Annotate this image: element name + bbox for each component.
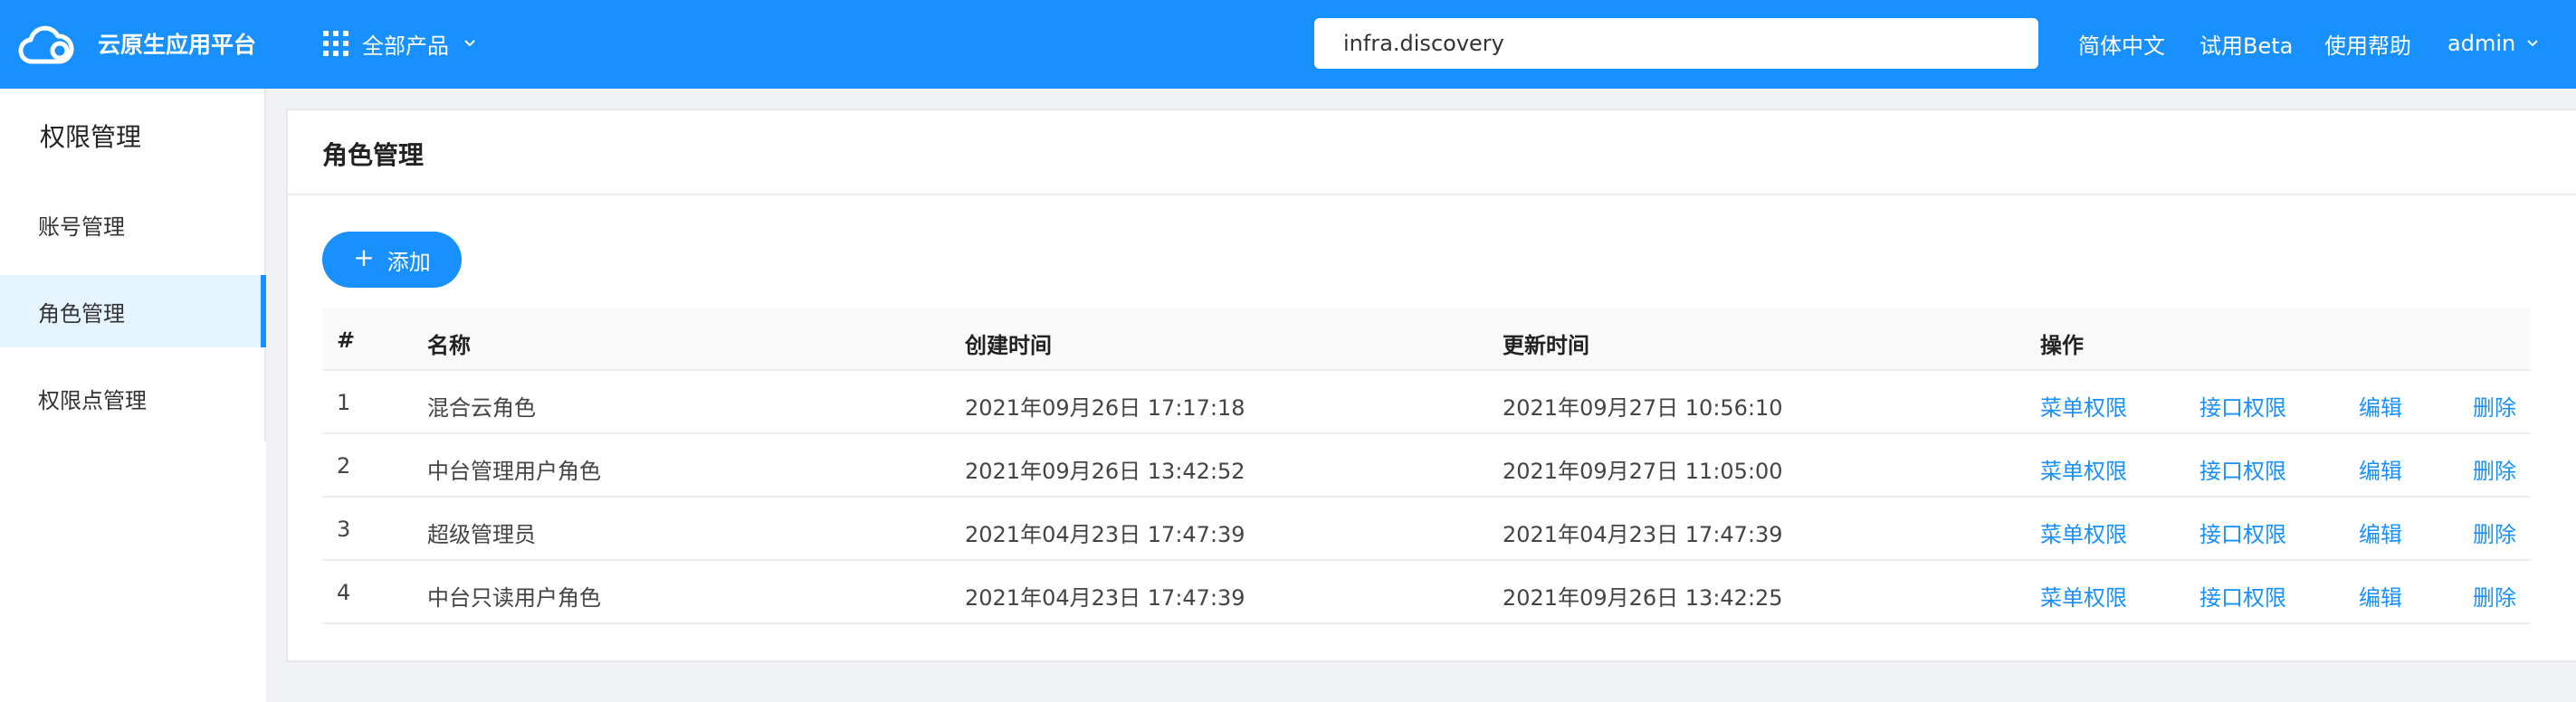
delete-link[interactable]: 删除: [2473, 580, 2516, 612]
all-products-menu[interactable]: 全部产品: [322, 25, 478, 62]
menu-permission-link[interactable]: 菜单权限: [2040, 517, 2127, 548]
all-products-label: 全部产品: [362, 33, 449, 59]
brand-name[interactable]: 云原生应用平台: [98, 27, 256, 60]
role-name: 中台只读用户角色: [427, 585, 601, 611]
card-divider: [288, 194, 2576, 195]
api-permission-link[interactable]: 接口权限: [2199, 390, 2286, 422]
sidebar-title: 权限管理: [40, 122, 142, 152]
delete-link[interactable]: 删除: [2473, 390, 2516, 422]
edit-link[interactable]: 编辑: [2359, 390, 2402, 422]
add-button-label: 添加: [386, 249, 431, 275]
chevron-down-icon: [464, 40, 475, 47]
delete-link[interactable]: 删除: [2473, 517, 2516, 548]
sidebar-item-roles[interactable]: 角色管理: [0, 275, 266, 347]
row-index: 2: [337, 453, 351, 479]
menu-permission-link[interactable]: 菜单权限: [2040, 580, 2127, 612]
updated-time: 2021年04月23日 17:47:39: [1503, 522, 1783, 547]
api-permission-link[interactable]: 接口权限: [2199, 517, 2286, 548]
row-index: 3: [337, 517, 351, 542]
table-row: 2 中台管理用户角色 2021年09月26日 13:42:52 2021年09月…: [322, 434, 2531, 498]
page-title: 角色管理: [322, 140, 425, 170]
delete-link[interactable]: 删除: [2473, 453, 2516, 485]
updated-time: 2021年09月27日 10:56:10: [1503, 395, 1783, 421]
menu-permission-link[interactable]: 菜单权限: [2040, 453, 2127, 485]
edit-link[interactable]: 编辑: [2359, 580, 2402, 612]
user-menu[interactable]: admin: [2447, 25, 2541, 62]
language-switch[interactable]: 简体中文: [2078, 25, 2165, 62]
api-permission-link[interactable]: 接口权限: [2199, 453, 2286, 485]
role-name: 超级管理员: [427, 522, 536, 547]
table-row: 1 混合云角色 2021年09月26日 17:17:18 2021年09月27日…: [322, 371, 2531, 434]
table-row: 3 超级管理员 2021年04月23日 17:47:39 2021年04月23日…: [322, 498, 2531, 561]
created-time: 2021年09月26日 13:42:52: [965, 459, 1245, 484]
updated-time: 2021年09月26日 13:42:25: [1503, 585, 1783, 611]
sidebar-item-accounts[interactable]: 账号管理: [0, 188, 266, 261]
sidebar-item-permissions[interactable]: 权限点管理: [0, 362, 266, 434]
created-time: 2021年09月26日 17:17:18: [965, 395, 1245, 421]
row-index: 1: [337, 390, 351, 415]
top-header: 云原生应用平台 全部产品 简体中文 试用Beta 使用帮助 admin: [0, 0, 2576, 89]
chevron-down-icon: [2527, 40, 2538, 47]
cloud-logo-icon[interactable]: [18, 22, 74, 67]
column-created: 创建时间: [965, 333, 1052, 358]
plus-icon: +: [353, 242, 375, 272]
help-link[interactable]: 使用帮助: [2324, 25, 2411, 62]
table-row: 4 中台只读用户角色 2021年04月23日 17:47:39 2021年09月…: [322, 561, 2531, 624]
column-name: 名称: [427, 333, 471, 358]
created-time: 2021年04月23日 17:47:39: [965, 522, 1245, 547]
role-name: 中台管理用户角色: [427, 459, 601, 484]
api-permission-link[interactable]: 接口权限: [2199, 580, 2286, 612]
add-role-button[interactable]: + 添加: [322, 232, 462, 288]
menu-permission-link[interactable]: 菜单权限: [2040, 390, 2127, 422]
username: admin: [2447, 31, 2516, 56]
column-updated: 更新时间: [1503, 333, 1589, 358]
created-time: 2021年04月23日 17:47:39: [965, 585, 1245, 611]
apps-grid-icon: [322, 30, 349, 57]
row-index: 4: [337, 580, 351, 605]
column-actions: 操作: [2040, 333, 2084, 358]
role-name: 混合云角色: [427, 395, 536, 421]
edit-link[interactable]: 编辑: [2359, 517, 2402, 548]
updated-time: 2021年09月27日 11:05:00: [1503, 459, 1783, 484]
table-header: # 名称 创建时间 更新时间 操作: [322, 308, 2531, 371]
search-input[interactable]: [1314, 18, 2038, 69]
try-beta-link[interactable]: 试用Beta: [2199, 25, 2293, 62]
column-index: #: [337, 327, 356, 353]
edit-link[interactable]: 编辑: [2359, 453, 2402, 485]
